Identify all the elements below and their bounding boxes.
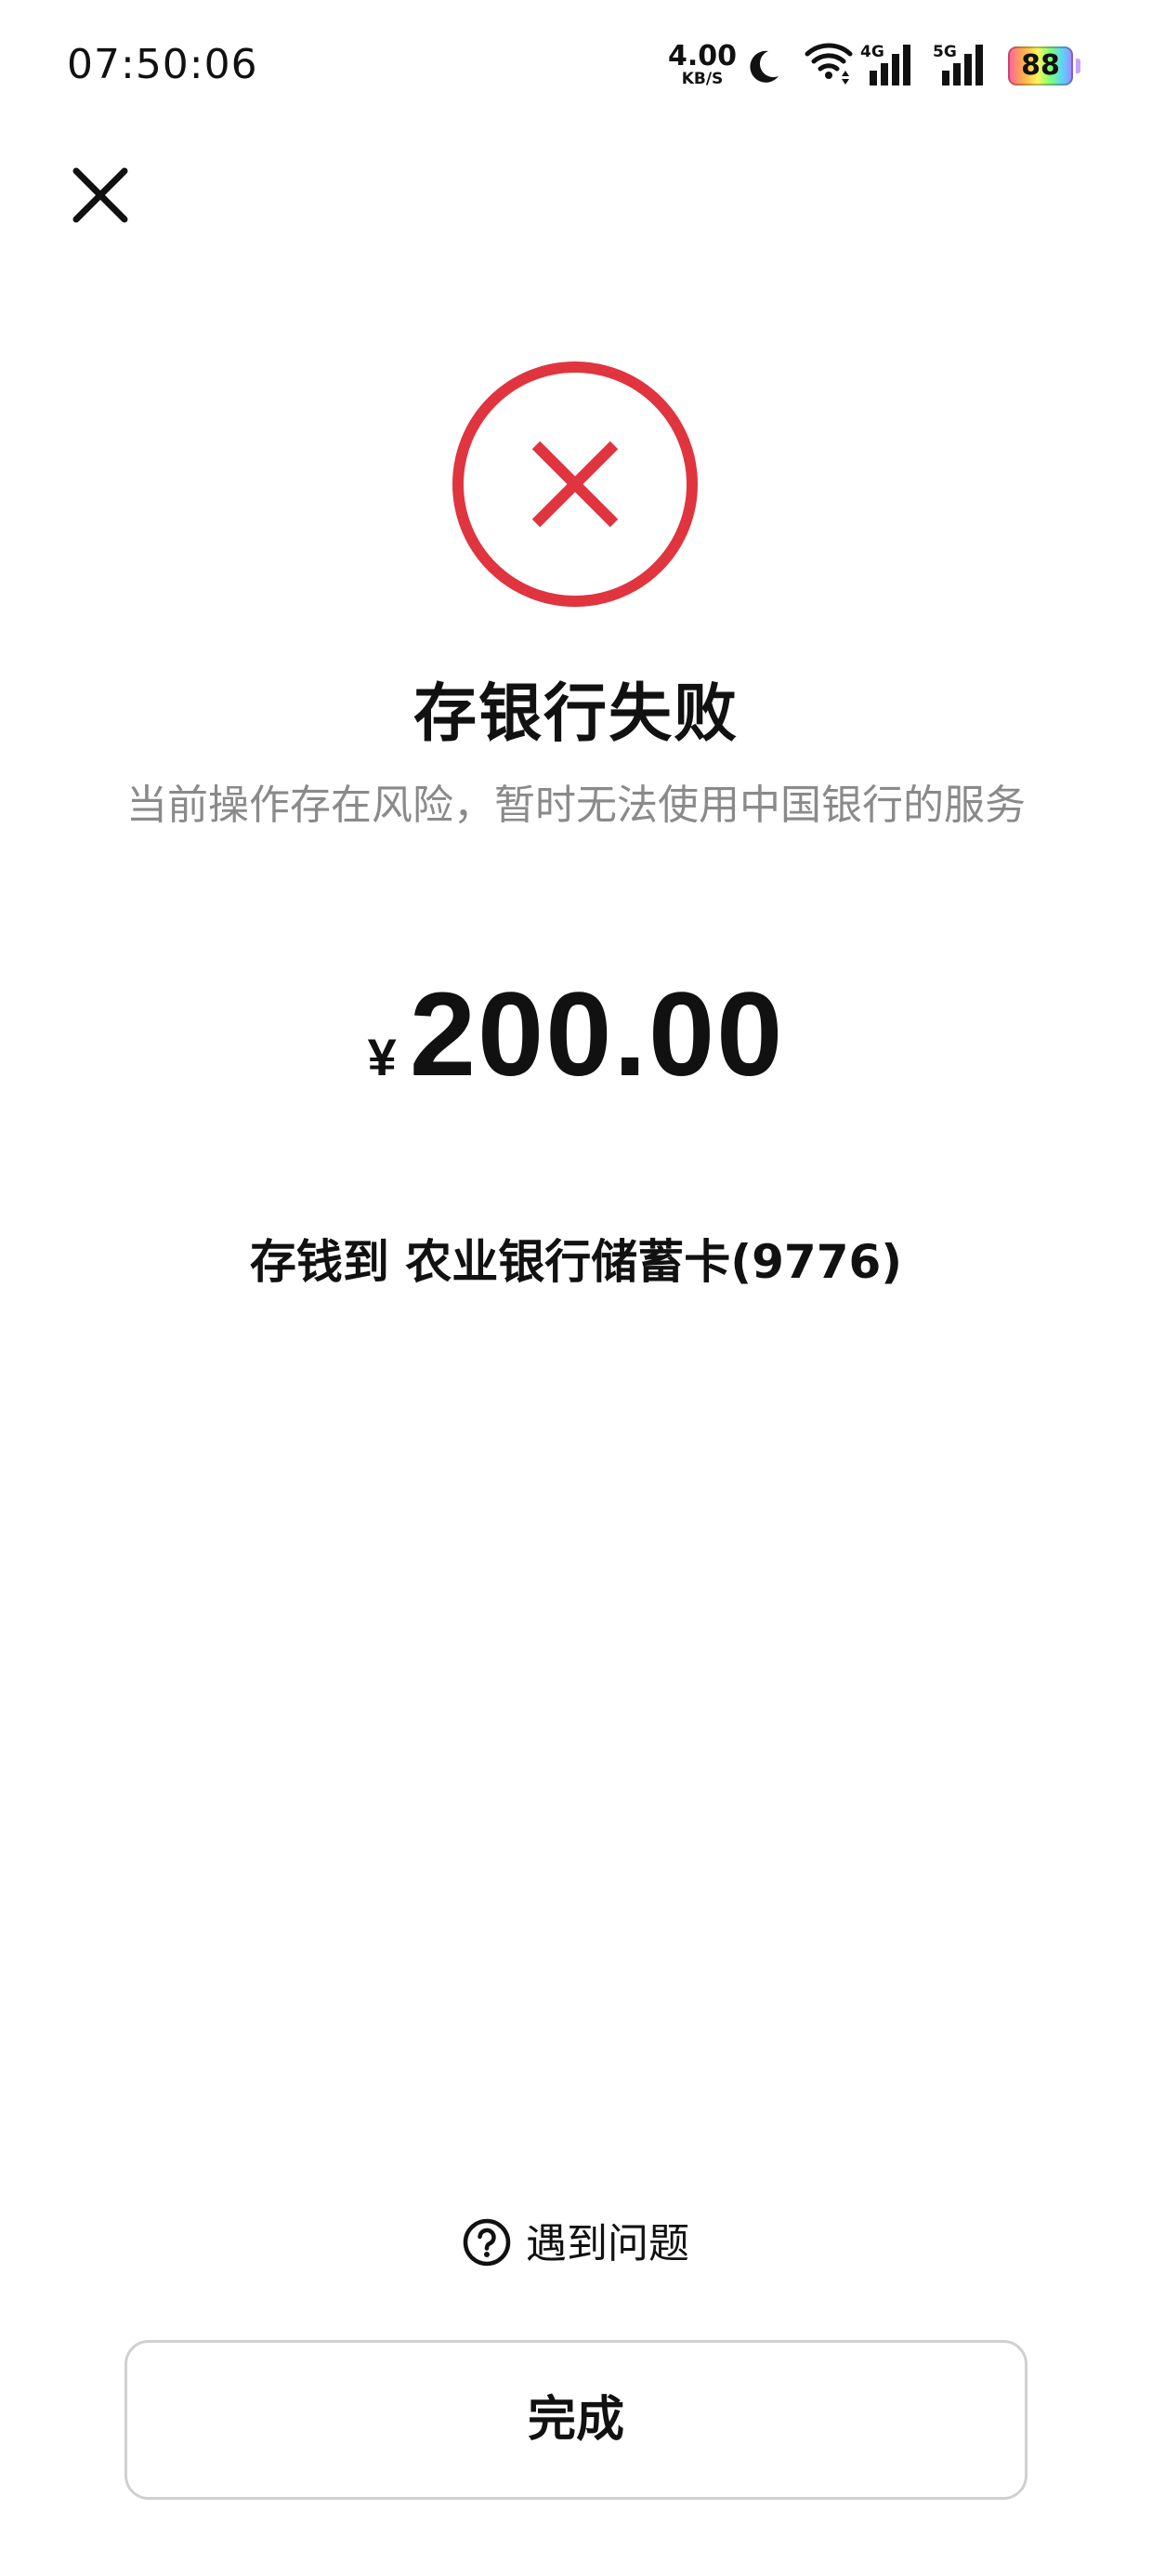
fail-x-circle-icon	[452, 361, 698, 607]
moon-icon	[750, 50, 779, 83]
network-speed-value: 4.00	[667, 40, 738, 72]
amount-value: 200.00	[409, 968, 785, 1101]
close-icon	[72, 167, 128, 223]
question-circle-icon	[463, 2218, 511, 2267]
signal-4g-icon: 4G	[860, 43, 910, 85]
battery-level: 88	[1021, 49, 1060, 82]
status-time: 07:50:06	[67, 41, 258, 88]
help-link[interactable]: 遇到问题	[0, 2210, 1152, 2269]
help-label: 遇到问题	[526, 2220, 689, 2267]
status-bar: 07:50:06 4.00 KB/S 4G 5G 88	[0, 0, 1152, 139]
wifi-icon	[805, 43, 853, 85]
signal-5g-icon: 5G	[933, 43, 983, 85]
amount: ¥200.00	[0, 966, 1152, 1103]
currency-symbol: ¥	[367, 1028, 397, 1086]
close-button[interactable]	[61, 156, 139, 234]
battery-icon: 88	[1008, 46, 1080, 85]
network-speed-unit: KB/S	[681, 70, 724, 88]
done-button[interactable]: 完成	[124, 2340, 1028, 2500]
network-speed: 4.00 KB/S	[665, 43, 740, 87]
destination-account: 存钱到 农业银行储蓄卡(9776)	[249, 1235, 903, 1289]
result-title: 存银行失败	[412, 677, 739, 751]
signal-4g-label: 4G	[860, 43, 884, 61]
result-subtitle: 当前操作存在风险，暂时无法使用中国银行的服务	[126, 782, 1026, 829]
signal-5g-label: 5G	[933, 43, 957, 61]
